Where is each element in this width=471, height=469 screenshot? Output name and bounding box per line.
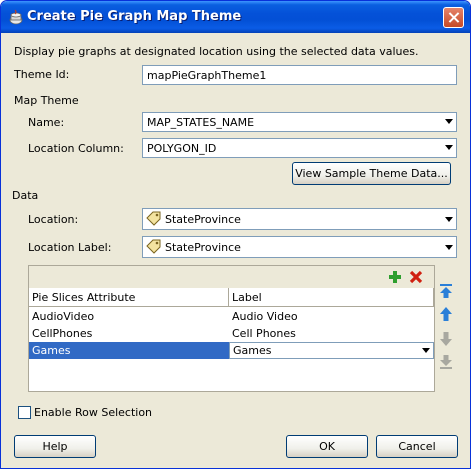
location-label-value: StateProvince [165,241,241,254]
location-label: Location: [28,213,79,226]
tag-icon [146,239,161,254]
chevron-down-icon [445,217,453,222]
map-name-value: MAP_STATES_NAME [147,116,255,129]
cancel-button[interactable]: Cancel [376,435,458,458]
attribute-cell[interactable]: CellPhones [29,325,229,342]
dialog-window: Create Pie Graph Map Theme Display pie g… [0,0,471,469]
description-text: Display pie graphs at designated locatio… [14,45,419,58]
location-value: StateProvince [165,213,241,226]
label-cell-value: Games [233,344,272,357]
table-row-selected[interactable]: Games Games [29,342,434,359]
enable-row-selection-label: Enable Row Selection [34,406,153,419]
attribute-cell[interactable]: AudioVideo [29,308,229,325]
move-up-icon[interactable] [438,306,454,322]
label-cell[interactable]: Cell Phones [229,325,434,342]
column-header-attribute[interactable]: Pie Slices Attribute [29,288,229,307]
dialog-title: Create Pie Graph Map Theme [27,9,242,24]
view-sample-theme-data-button[interactable]: View Sample Theme Data... [292,162,451,185]
move-bottom-icon[interactable] [438,354,454,370]
chevron-down-icon [445,145,453,150]
dialog-content: Display pie graphs at designated locatio… [4,33,467,467]
chevron-down-icon[interactable] [419,343,433,358]
close-button[interactable] [443,7,464,28]
remove-icon[interactable] [408,269,424,285]
pie-slices-table: Pie Slices Attribute Label AudioVideo Au… [29,288,434,391]
attribute-cell[interactable]: Games [29,342,229,359]
location-label-label: Location Label: [28,241,112,254]
add-icon[interactable] [387,269,403,285]
location-column-value: POLYGON_ID [147,142,217,155]
enable-row-selection-checkbox[interactable] [18,406,31,419]
chevron-down-icon [445,119,453,124]
label-cell[interactable]: Audio Video [229,308,434,325]
theme-id-label: Theme Id: [14,68,70,81]
help-button[interactable]: Help [14,435,96,458]
location-column-label: Location Column: [28,142,124,155]
tag-icon [146,211,161,226]
move-down-icon[interactable] [438,331,454,347]
pie-slices-panel: Pie Slices Attribute Label AudioVideo Au… [28,265,435,392]
table-row[interactable]: AudioVideo Audio Video [29,308,434,325]
title-bar[interactable]: Create Pie Graph Map Theme [1,1,470,33]
map-name-select[interactable]: MAP_STATES_NAME [142,112,457,132]
ok-button[interactable]: OK [286,435,368,458]
map-name-label: Name: [28,116,65,129]
oracle-cup-icon [9,9,23,25]
label-cell-editor[interactable]: Games [229,342,434,359]
data-section-label: Data [12,189,39,202]
chevron-down-icon [445,245,453,250]
move-top-icon[interactable] [438,283,454,299]
location-column-select[interactable]: POLYGON_ID [142,138,457,158]
table-row[interactable]: CellPhones Cell Phones [29,325,434,342]
column-header-label[interactable]: Label [229,288,434,307]
map-theme-section-label: Map Theme [14,94,79,107]
location-select[interactable]: StateProvince [142,208,457,230]
location-label-select[interactable]: StateProvince [142,236,457,258]
theme-id-input[interactable]: mapPieGraphTheme1 [142,65,457,85]
